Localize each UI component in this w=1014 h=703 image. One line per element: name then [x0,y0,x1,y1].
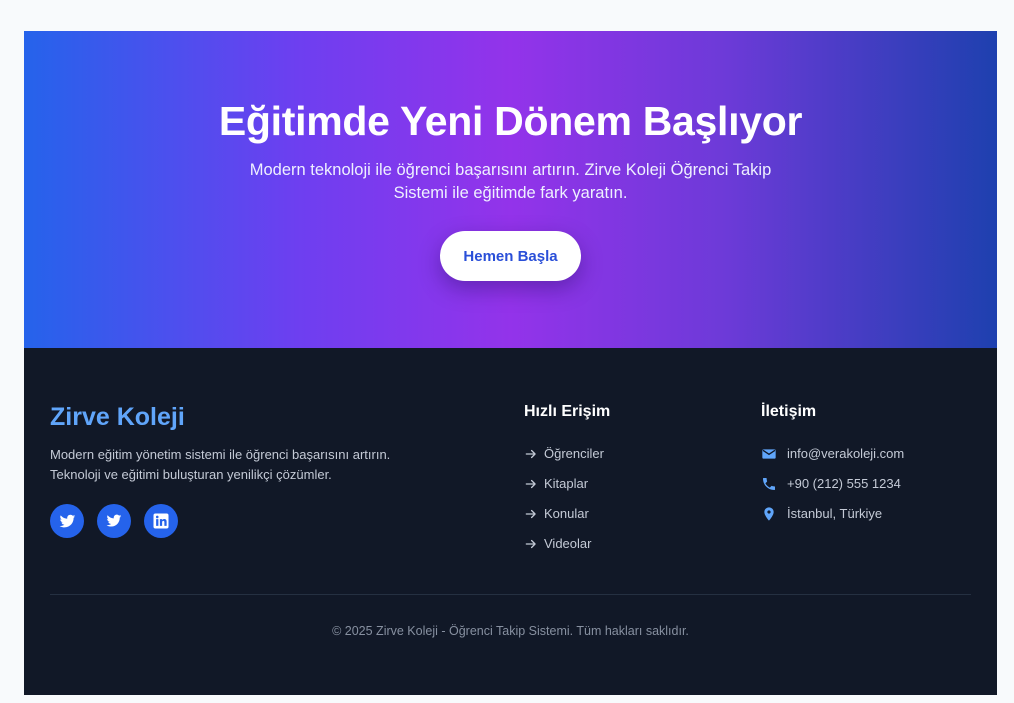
arrow-right-icon [525,509,536,519]
hero-section: Eğitimde Yeni Dönem Başlıyor Modern tekn… [24,31,997,348]
footer-brand: Zirve Koleji [50,403,185,431]
arrow-right-icon [525,479,536,489]
twitter-icon [106,514,122,527]
phone-icon [763,478,775,490]
quick-links-list: Öğrenciler Kitaplar Konular Videolar [524,445,604,565]
copyright-text: © 2025 Zirve Koleji - Öğrenci Takip Sist… [332,624,689,638]
contact-phone-text: +90 (212) 555 1234 [787,476,901,491]
page: Eğitimde Yeni Dönem Başlıyor Modern tekn… [24,31,997,695]
location-pin-icon [764,507,774,521]
envelope-icon [762,449,776,459]
quick-link-label: Videolar [544,536,592,551]
quick-link-label: Öğrenciler [544,446,604,461]
arrow-right-icon [525,539,536,549]
twitter-link[interactable] [50,504,84,538]
quick-link-videolar[interactable]: Videolar [524,535,591,553]
twitter-icon [59,514,75,527]
contact-email: info@verakoleji.com [761,445,904,475]
twitter-link-2[interactable] [97,504,131,538]
list-item: Konular [524,505,604,535]
contact-title: İletişim [761,403,817,420]
contact-address: İstanbul, Türkiye [761,505,904,535]
quick-link-kitaplar[interactable]: Kitaplar [524,475,588,493]
get-started-button[interactable]: Hemen Başla [440,231,581,281]
linkedin-icon [153,513,169,529]
contact-email-text: info@verakoleji.com [787,446,905,461]
arrow-right-icon [525,449,536,459]
quick-links-title: Hızlı Erişim [524,403,611,420]
hero-title: Eğitimde Yeni Dönem Başlıyor [218,98,803,144]
linkedin-link[interactable] [144,504,178,538]
quick-link-label: Konular [544,506,589,521]
list-item: Videolar [524,535,604,565]
quick-link-label: Kitaplar [544,476,589,491]
contact-phone: +90 (212) 555 1234 [761,475,904,505]
social-links [50,504,178,538]
footer-description: Modern eğitim yönetim sistemi ile öğrenc… [50,447,391,482]
hero-subtitle: Modern teknoloji ile öğrenci başarısını … [249,161,772,202]
contact-list: info@verakoleji.com +90 (212) 555 1234 İ… [761,445,904,535]
quick-link-konular[interactable]: Konular [524,505,589,523]
list-item: Kitaplar [524,475,604,505]
list-item: Öğrenciler [524,445,604,475]
footer-divider [50,594,971,595]
site-footer: Zirve Koleji Modern eğitim yönetim siste… [24,348,997,695]
contact-address-text: İstanbul, Türkiye [787,506,883,521]
quick-link-ogrenciler[interactable]: Öğrenciler [524,445,604,463]
